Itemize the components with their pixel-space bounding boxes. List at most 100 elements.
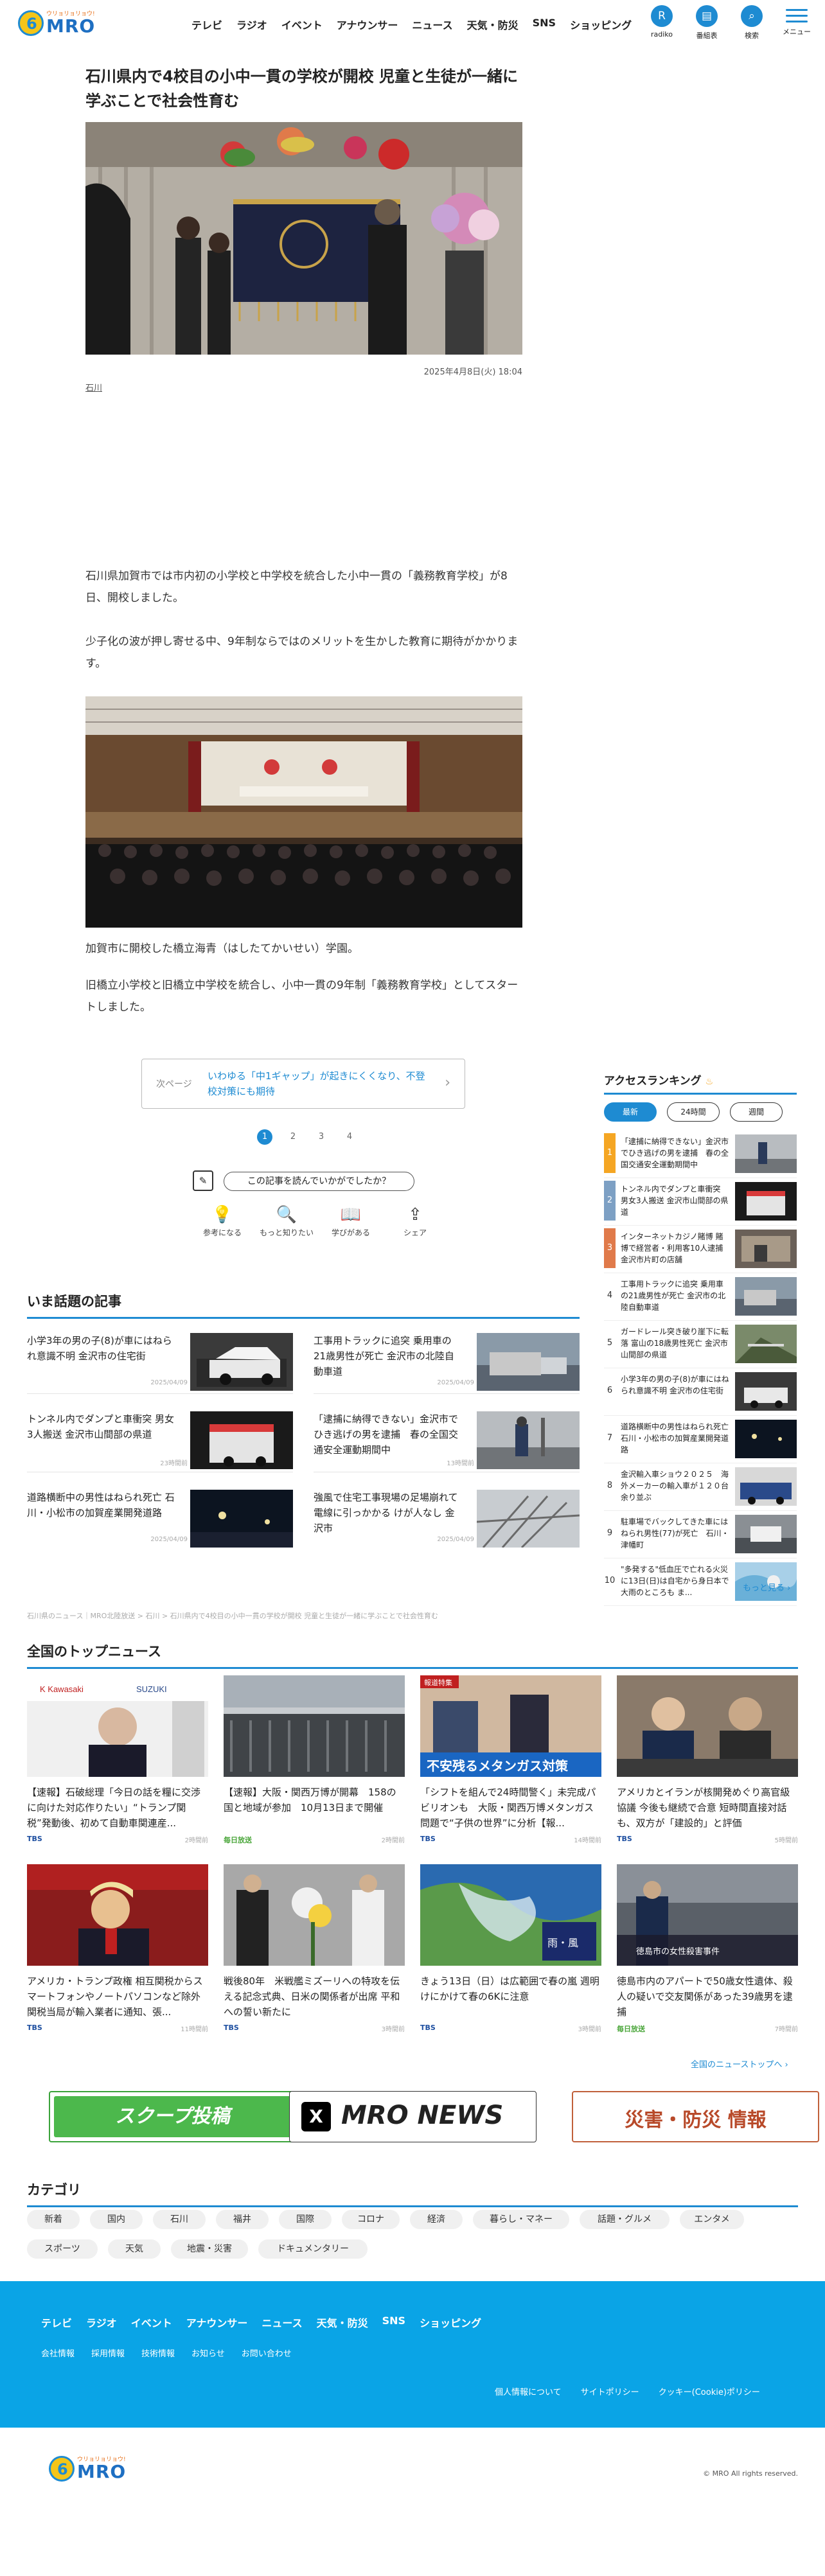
national-news-link[interactable]: 全国のニューストップへ › — [691, 2058, 788, 2070]
radiko-button[interactable]: R radiko — [639, 5, 684, 40]
disaster-info-banner[interactable]: 災害・防災 情報 — [572, 2091, 819, 2142]
footer-nav-item[interactable]: ショッピング — [420, 2315, 481, 2330]
footer-sub-item[interactable]: 技術情報 — [141, 2347, 175, 2359]
reaction-more-button[interactable]: 🔍 もっと知りたい — [254, 1205, 319, 1238]
ranking-item[interactable]: 8 金沢輸入車ショウ２０２５ 海外メーカーの輸入車が１２０台余り並ぶ — [604, 1466, 797, 1511]
footer-logo[interactable]: 6 ウリョリョリョウ! MRO — [49, 2453, 132, 2485]
search-button[interactable]: ⌕ 検索 — [729, 5, 774, 40]
news-card[interactable]: 報道特集 不安残るメタンガス対策 「シフトを組んで24時間警く」未完成パビリオンも… — [420, 1675, 601, 1855]
ranking-item[interactable]: 7 道路横断中の男性はねられ死亡 石川・小松市の加賀産業開発道路 — [604, 1418, 797, 1463]
site-header: 6 ウリョリョリョウ! MRO テレビ ラジオ イベント アナウンサー ニュース… — [0, 0, 825, 48]
ranking-item-thumb — [735, 1230, 797, 1268]
category-chip[interactable]: 天気 — [108, 2239, 161, 2259]
heading-underline — [27, 1317, 580, 1319]
nav-item-radio[interactable]: ラジオ — [236, 17, 267, 32]
ranking-item[interactable]: 6 小学3年の男の子(8)が車にはねられ意識不明 金沢市の住宅街 — [604, 1371, 797, 1416]
scoop-banner-text: スクープ投稿 — [54, 2096, 291, 2137]
page-1[interactable]: 1 — [257, 1129, 272, 1145]
footer-nav-item[interactable]: テレビ — [41, 2315, 72, 2330]
breadcrumb[interactable]: 石川県のニュース｜MRO北陸放送 > 石川 > 石川県内で4校目の小中一貫の学校… — [27, 1610, 438, 1621]
category-chip[interactable]: 福井 — [216, 2210, 269, 2229]
tab-latest[interactable]: 最新 — [604, 1102, 657, 1122]
category-chip[interactable]: 石川 — [153, 2210, 206, 2229]
tab-weekly[interactable]: 週間 — [730, 1102, 783, 1122]
trending-item[interactable]: 強風で住宅工事現場の足場崩れて電線に引っかかる けが人なし 金沢市 2025/0… — [314, 1490, 580, 1551]
footer-nav-item[interactable]: ニュース — [262, 2315, 302, 2330]
ranking-item-title: ガードレール突き破り崖下に転落 富山の18歳男性死亡 金沢市山間部の県道 — [621, 1327, 729, 1359]
pencil-icon: ✎ — [193, 1170, 213, 1191]
next-page-link[interactable]: 次ページ いわゆる「中1ギャップ」が起きにくくなり、不登校対策にも期待 › — [141, 1059, 465, 1109]
ranking-heading-row: アクセスランキング ♨ — [604, 1072, 797, 1088]
cookie-policy-link[interactable]: クッキー(Cookie)ポリシー — [659, 2385, 760, 2397]
article: 石川県内で4校目の小中一貫の学校が開校 児童と生徒が一緒に学ぶことで社会性育む … — [85, 64, 522, 1018]
trending-item[interactable]: 工事用トラックに追突 乗用車の21歳男性が死亡 金沢市の北陸自動車道 2025/… — [314, 1333, 580, 1394]
ranking-item[interactable]: 2 トンネル内でダンプと車衝突 男女3人搬送 金沢市山間部の県道 — [604, 1181, 797, 1226]
trending-item[interactable]: トンネル内でダンプと車衝突 男女3人搬送 金沢市山間部の県道 23時間前 — [27, 1411, 293, 1472]
category-chip[interactable]: 国内 — [90, 2210, 143, 2229]
news-card[interactable]: 徳島市の女性殺害事件 徳島市内のアパートで50歳女性遺体、殺人の疑いで交友関係が… — [617, 1864, 798, 2044]
ranking-item[interactable]: 1 「逮捕に納得できない」金沢市でひき逃げの男を逮捕 春の全国交通安全運動期間中 — [604, 1133, 797, 1178]
nav-item-shopping[interactable]: ショッピング — [570, 17, 632, 32]
footer-nav-item[interactable]: SNS — [382, 2315, 405, 2330]
footer-sub-item[interactable]: お知らせ — [191, 2347, 225, 2359]
footer-sub-item[interactable]: 採用情報 — [91, 2347, 125, 2359]
trending-item[interactable]: 道路横断中の男性はねられ死亡 石川・小松市の加賀産業開発道路 2025/04/0… — [27, 1490, 293, 1551]
news-card[interactable]: アメリカとイランが核開発めぐり高官級協議 今後も継続で合意 短時間直接対話も、双… — [617, 1675, 798, 1855]
footer-sub-item[interactable]: 会社情報 — [41, 2347, 75, 2359]
category-chip[interactable]: エンタメ — [680, 2210, 744, 2229]
nav-item-tv[interactable]: テレビ — [191, 17, 222, 32]
tab-24h[interactable]: 24時間 — [667, 1102, 720, 1122]
news-card[interactable]: 【速報】大阪・関西万博が開幕 158の国と地域が参加 10月13日まで開催 毎日… — [224, 1675, 405, 1855]
footer-nav-item[interactable]: 天気・防災 — [317, 2315, 368, 2330]
article-area-tag[interactable]: 石川 — [85, 381, 522, 393]
category-chip[interactable]: スポーツ — [27, 2239, 98, 2259]
footer-nav-item[interactable]: アナウンサー — [186, 2315, 248, 2330]
nav-item-announcer[interactable]: アナウンサー — [337, 17, 398, 32]
nav-item-weather[interactable]: 天気・防災 — [467, 17, 519, 32]
news-card[interactable]: K Kawasaki SUZUKI 【速報】石破総理「今日の話を糧に交渉に向けた対… — [27, 1675, 208, 1855]
category-chip[interactable]: 国際 — [279, 2210, 332, 2229]
footer-nav-item[interactable]: イベント — [131, 2315, 172, 2330]
menu-icon — [786, 9, 808, 22]
ranking-item[interactable]: 9 駐車場でバックしてきた車にはねられ男性(77)が死亡 石川・津幡町 — [604, 1513, 797, 1558]
category-chip[interactable]: 経済 — [410, 2210, 463, 2229]
page-3[interactable]: 3 — [314, 1129, 329, 1145]
nav-item-sns[interactable]: SNS — [533, 17, 556, 32]
ranking-item[interactable]: 4 工事用トラックに追突 乗用車の21歳男性が死亡 金沢市の北陸自動車道 — [604, 1276, 797, 1321]
ranking-more-link[interactable]: もっと見る › — [743, 1581, 790, 1593]
nav-item-event[interactable]: イベント — [281, 17, 323, 32]
news-card[interactable]: アメリカ・トランプ政権 相互関税からスマートフォンやノートパソコンなど除外 関税… — [27, 1864, 208, 2044]
ranking-item[interactable]: 5 ガードレール突き破り崖下に転落 富山の18歳男性死亡 金沢市山間部の県道 — [604, 1323, 797, 1368]
category-chip[interactable]: ドキュメンタリー — [258, 2239, 368, 2259]
footer-sub-item[interactable]: お問い合わせ — [242, 2347, 292, 2359]
nav-item-news[interactable]: ニュース — [412, 17, 452, 32]
trending-item-date: 23時間前 — [160, 1460, 188, 1467]
trending-item[interactable]: 「逮捕に納得できない」金沢市でひき逃げの男を逮捕 春の全国交通安全運動期間中 1… — [314, 1411, 580, 1472]
share-button[interactable]: ⇪ シェア — [383, 1205, 447, 1238]
trending-item-thumb — [190, 1490, 293, 1548]
disaster-info-text: 災害・防災 情報 — [625, 2109, 767, 2131]
news-card[interactable]: 雨・風 きょう13日（日）は広範囲で春の嵐 週明けにかけて春の6Kに注意 TBS… — [420, 1864, 601, 2044]
category-chip[interactable]: 話題・グルメ — [580, 2210, 670, 2229]
category-chip[interactable]: 暮らし・マネー — [473, 2210, 569, 2229]
news-image-caption: 徳島市の女性殺害事件 — [636, 1946, 720, 1957]
program-guide-button[interactable]: ▤ 番組表 — [684, 5, 729, 40]
category-chip[interactable]: コロナ — [342, 2210, 400, 2229]
scoop-banner[interactable]: スクープ投稿 — [49, 2091, 296, 2142]
menu-button[interactable]: メニュー — [774, 5, 819, 40]
site-policy-link[interactable]: サイトポリシー — [581, 2385, 639, 2397]
page-2[interactable]: 2 — [285, 1129, 301, 1145]
category-chip[interactable]: 新着 — [27, 2210, 80, 2229]
mro-logo[interactable]: 6 ウリョリョリョウ! MRO — [18, 8, 102, 40]
news-card[interactable]: 戦後80年 米戦艦ミズーリへの特攻を伝える記念式典、日米の関係者が出席 平和への… — [224, 1864, 405, 2044]
mro-news-x-banner[interactable]: X MRO NEWS — [289, 2091, 537, 2142]
trending-item[interactable]: 小学3年の男の子(8)が車にはねられ意識不明 金沢市の住宅街 2025/04/0… — [27, 1333, 293, 1394]
footer-nav-item[interactable]: ラジオ — [86, 2315, 117, 2330]
reaction-helpful-button[interactable]: 💡 参考になる — [190, 1205, 254, 1238]
reaction-learn-button[interactable]: 📖 学びがある — [319, 1205, 383, 1238]
article-paragraph: 石川県加賀市では市内初の小学校と中学校を統合した小中一貫の「義務教育学校」が8日… — [85, 570, 508, 604]
category-chip[interactable]: 地震・災害 — [171, 2239, 248, 2259]
privacy-link[interactable]: 個人情報について — [495, 2385, 562, 2397]
ranking-item[interactable]: 3 インターネットカジノ賭博 賭博で経営者・利用客10人逮捕 金沢市片町の店舗 — [604, 1228, 797, 1273]
page-4[interactable]: 4 — [342, 1129, 357, 1145]
